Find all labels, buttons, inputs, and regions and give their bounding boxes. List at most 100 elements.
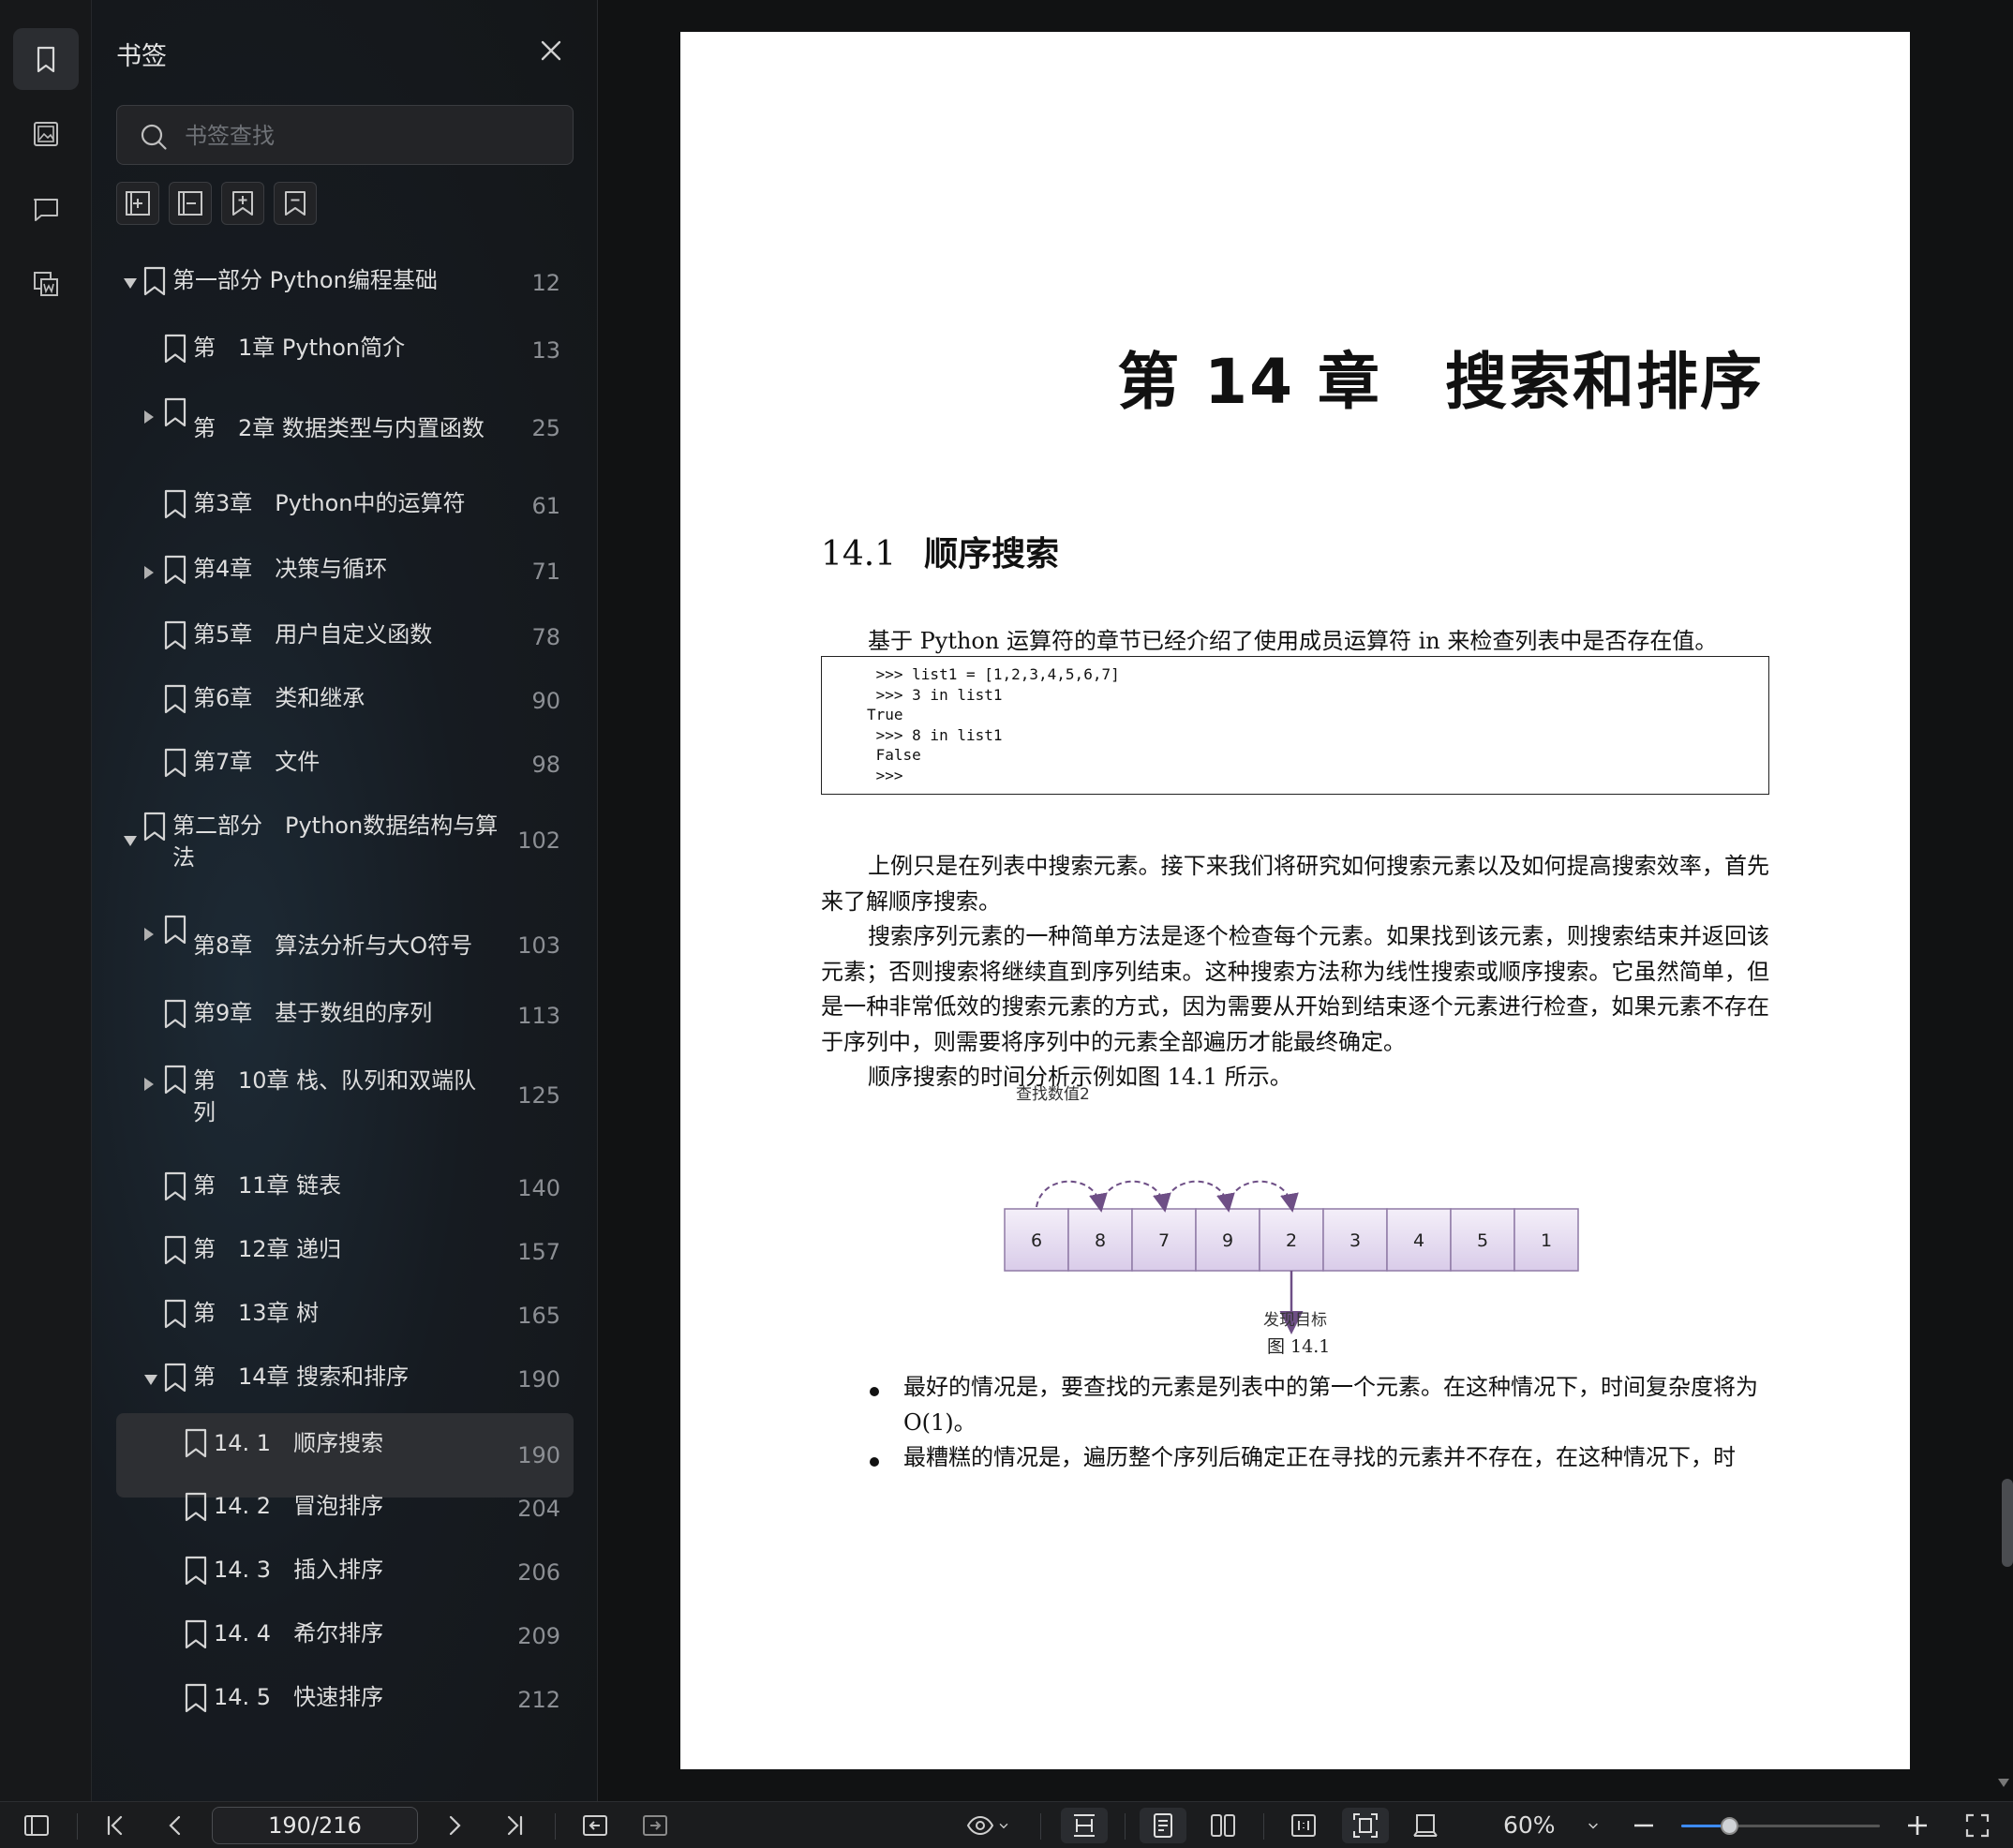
- array-cell: 2: [1259, 1208, 1324, 1272]
- zoom-slider[interactable]: [1681, 1817, 1880, 1835]
- bookmark-label: 第4章 决策与循环: [193, 556, 388, 582]
- expand-arrow-icon[interactable]: [124, 278, 137, 289]
- bookmark-label: 第5章 用户自定义函数: [193, 621, 433, 648]
- bookmark-item[interactable]: 14. 1 顺序搜索 190: [116, 1413, 574, 1498]
- bookmark-item[interactable]: 第8章 算法分析与大O符号 103: [116, 915, 574, 976]
- code-block: >>> list1 = [1,2,3,4,5,6,7] >>> 3 in lis…: [821, 656, 1769, 795]
- bookmark-label: 第3章 Python中的运算符: [193, 490, 466, 516]
- last-page-button[interactable]: [497, 1808, 532, 1843]
- toggle-sidebar-button[interactable]: [19, 1808, 54, 1843]
- bookmark-item[interactable]: 第 12章 递归 157: [116, 1233, 574, 1271]
- figure-found-label: 发现目标: [1263, 1311, 1327, 1330]
- bookmark-icon: [164, 1363, 186, 1393]
- search-step-arrow: [1036, 1180, 1108, 1213]
- toolbar-separator: [1263, 1813, 1264, 1840]
- zoom-in-button[interactable]: [1901, 1808, 1934, 1843]
- collapse-arrow-icon[interactable]: [144, 410, 154, 424]
- bookmark-item[interactable]: 第6章 类和继承 90: [116, 682, 574, 720]
- actual-size-button[interactable]: [1280, 1808, 1327, 1843]
- minus-icon: [1634, 1824, 1653, 1827]
- bookmark-page-number: 90: [531, 688, 560, 714]
- bookmark-item[interactable]: 第一部分 Python编程基础 12: [116, 264, 574, 302]
- bookmark-panel-button[interactable]: [13, 28, 79, 90]
- close-icon[interactable]: [536, 36, 566, 66]
- chevron-right-icon: [449, 1815, 461, 1836]
- comment-panel-button[interactable]: [13, 178, 79, 240]
- bookmark-icon: [164, 620, 186, 650]
- fit-page-button[interactable]: [1342, 1808, 1389, 1843]
- navigate-back-button[interactable]: [577, 1808, 613, 1843]
- read-mode-button[interactable]: [958, 1808, 1020, 1843]
- bookmark-item[interactable]: 第二部分 Python数据结构与算 法 102: [116, 810, 574, 872]
- bookmark-item[interactable]: 第 10章 栈、队列和双端队 列 125: [116, 1065, 574, 1126]
- bookmark-item[interactable]: 第7章 文件 98: [116, 746, 574, 783]
- document-viewport[interactable]: 第 14 章 搜索和排序 14.1 顺序搜索 基于 Python 运算符的章节已经…: [598, 0, 2013, 1801]
- next-page-button[interactable]: [437, 1808, 472, 1843]
- bookmark-icon: [164, 334, 186, 364]
- bookmark-label: 第8章 算法分析与大O符号: [193, 932, 473, 959]
- bookmark-label: 第 1章 Python简介: [193, 335, 406, 361]
- attachment-icon: [34, 272, 58, 296]
- bookmark-label: 第二部分 Python数据结构与算 法: [172, 812, 499, 871]
- add-bookmark-button[interactable]: [221, 182, 264, 225]
- scroll-down-arrow[interactable]: [1998, 1779, 2009, 1787]
- bookmark-label: 14. 2 冒泡排序: [214, 1493, 384, 1519]
- page-number-input[interactable]: [212, 1807, 418, 1844]
- collapse-arrow-icon[interactable]: [144, 928, 154, 941]
- bookmark-icon: [37, 46, 55, 73]
- section-title: 14.1 顺序搜索: [821, 527, 1059, 575]
- expand-arrow-icon[interactable]: [144, 1375, 157, 1385]
- bookmark-page-number: 165: [517, 1303, 560, 1329]
- fit-visible-button[interactable]: [1402, 1808, 1449, 1843]
- fit-width-button[interactable]: [1061, 1808, 1108, 1843]
- attachment-panel-button[interactable]: [13, 253, 79, 315]
- navigate-forward-button[interactable]: [637, 1808, 673, 1843]
- bookmark-page-number: 140: [517, 1175, 560, 1201]
- bookmark-item[interactable]: 14. 3 插入排序 206: [116, 1554, 574, 1591]
- paragraph-1: 上例只是在列表中搜索元素。接下来我们将研究如何搜索元素以及如何提高搜索效率，首先…: [821, 853, 1769, 915]
- collapse-arrow-icon[interactable]: [144, 566, 154, 579]
- bookmark-item[interactable]: 第 2章 数据类型与内置函数 25: [116, 397, 574, 459]
- bookmark-item[interactable]: 第5章 用户自定义函数 78: [116, 618, 574, 656]
- vertical-scrollbar-thumb[interactable]: [2002, 1479, 2013, 1567]
- array-cell-value: 8: [1095, 1230, 1106, 1251]
- bookmark-page-number: 212: [517, 1687, 560, 1713]
- bookmark-item[interactable]: 第 11章 链表 140: [116, 1170, 574, 1207]
- expand-all-button[interactable]: [116, 182, 159, 225]
- chevron-left-icon: [169, 1815, 181, 1836]
- bookmark-item[interactable]: 第 13章 树 165: [116, 1297, 574, 1334]
- bookmark-search-box[interactable]: [116, 105, 574, 165]
- expand-arrow-icon[interactable]: [124, 836, 137, 846]
- first-page-button[interactable]: [97, 1808, 133, 1843]
- remove-bookmark-button[interactable]: [274, 182, 317, 225]
- zoom-out-button[interactable]: [1627, 1808, 1661, 1843]
- bookmark-page-number: 125: [517, 1082, 560, 1109]
- thumbnail-panel-button[interactable]: [13, 103, 79, 165]
- bookmark-item[interactable]: 第 14章 搜索和排序 190: [116, 1361, 574, 1398]
- bookmark-item[interactable]: 14. 4 希尔排序 209: [116, 1617, 574, 1655]
- bookmark-item[interactable]: 第4章 决策与循环 71: [116, 553, 574, 590]
- single-page-button[interactable]: [1140, 1808, 1186, 1843]
- fit-page-icon: [1353, 1813, 1378, 1838]
- zoom-slider-handle[interactable]: [1720, 1817, 1738, 1835]
- double-page-button[interactable]: [1200, 1808, 1246, 1843]
- search-step-arrow: [1227, 1180, 1299, 1213]
- bookmark-icon: [185, 1492, 207, 1522]
- bookmark-item[interactable]: 14. 2 冒泡排序 204: [116, 1490, 574, 1528]
- zoom-dropdown-button[interactable]: [1578, 1808, 1608, 1843]
- bookmark-item[interactable]: 第 1章 Python简介 13: [116, 332, 574, 369]
- bookmark-label: 14. 1 顺序搜索: [214, 1430, 384, 1456]
- fullscreen-button[interactable]: [1959, 1808, 1996, 1843]
- previous-page-button[interactable]: [157, 1808, 193, 1843]
- bookmark-item[interactable]: 14. 5 快速排序 212: [116, 1681, 574, 1719]
- bookmark-item[interactable]: 第3章 Python中的运算符 61: [116, 487, 574, 525]
- collapse-all-button[interactable]: [169, 182, 212, 225]
- bullet-dot: [870, 1387, 879, 1396]
- bookmark-search-input[interactable]: [185, 115, 559, 156]
- zoom-level[interactable]: 60%: [1503, 1811, 1556, 1839]
- bookmark-label: 第6章 类和继承: [193, 685, 365, 711]
- bookmark-icon: [164, 489, 186, 519]
- collapse-arrow-icon[interactable]: [144, 1078, 154, 1091]
- bookmark-item[interactable]: 第9章 基于数组的序列 113: [116, 997, 574, 1035]
- bookmark-page-number: 78: [531, 624, 560, 650]
